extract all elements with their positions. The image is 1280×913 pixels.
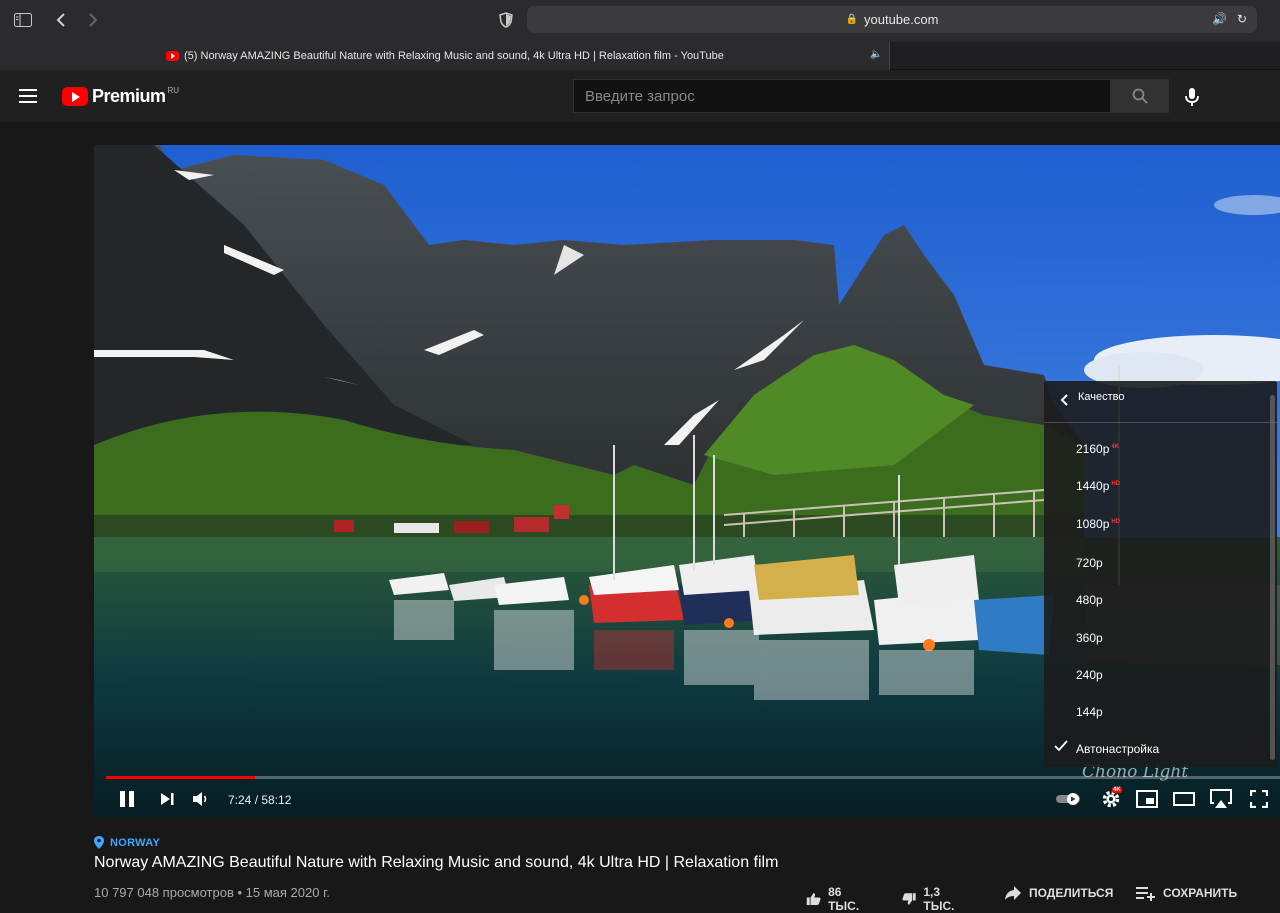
forward-icon[interactable] (81, 9, 105, 31)
quality-badge: 4K (1111, 444, 1120, 450)
theater-mode-icon (1173, 792, 1195, 806)
lock-icon: 🔒 (845, 14, 858, 25)
browser-toolbar: 🔒 youtube.com 🔊 ↻ (0, 0, 1280, 42)
logo-text: Premium (92, 86, 166, 106)
quality-option-label: 144p (1076, 705, 1103, 720)
chevron-left-icon (1060, 394, 1068, 406)
save-label: СОХРАНИТЬ (1163, 886, 1238, 900)
quality-option-label: Автонастройка (1076, 742, 1160, 757)
location-text: NORWAY (110, 836, 161, 849)
location-tag[interactable]: NORWAY (94, 836, 160, 849)
quality-option-label: 2160p (1076, 442, 1110, 456)
quality-option[interactable]: Автонастройка (1044, 729, 1277, 766)
autoplay-toggle[interactable] (1054, 786, 1084, 812)
quality-option[interactable]: 2160p 4K (1044, 431, 1277, 468)
next-button[interactable] (156, 786, 178, 812)
menu-icon[interactable] (19, 89, 37, 103)
quality-option[interactable]: 240p (1044, 655, 1277, 692)
video-title: Norway AMAZING Beautiful Nature with Rel… (94, 854, 779, 871)
quality-option-text: 1440p HD (1076, 479, 1120, 493)
airplay-icon (1210, 789, 1232, 808)
dislike-count: 1,3 ТЫС. (923, 885, 955, 913)
video-meta: 10 797 048 просмотров • 15 мая 2020 г. (94, 885, 330, 900)
video-player[interactable]: Chono Light 7:24 / 58:12 4K Качество 216… (94, 145, 1280, 817)
quality-option[interactable]: 1080p HD (1044, 506, 1277, 543)
pause-button[interactable] (116, 786, 138, 812)
time-display: 7:24 / 58:12 (228, 793, 292, 807)
address-url: youtube.com (864, 12, 939, 27)
like-button[interactable]: 86 ТЫС. (806, 885, 864, 913)
sidebar-toggle-icon[interactable] (11, 9, 35, 31)
logo-region: RU (167, 86, 180, 95)
theater-mode-button[interactable] (1171, 786, 1197, 812)
quality-badge: HD (1111, 481, 1121, 488)
quality-option[interactable]: 360p (1044, 618, 1277, 655)
quality-menu-header[interactable]: Качество (1044, 381, 1277, 423)
search-input[interactable]: Введите запрос (573, 79, 1111, 113)
search-placeholder: Введите запрос (585, 87, 695, 105)
thumbs-down-icon (902, 893, 916, 905)
back-icon[interactable] (49, 9, 73, 31)
youtube-play-logo-icon (62, 87, 88, 106)
tab-audio-icon[interactable]: 🔈 (870, 49, 882, 60)
address-bar[interactable]: 🔒 youtube.com 🔊 ↻ (527, 6, 1257, 33)
quality-option-label: 720p (1076, 555, 1103, 570)
quality-badge: HD (1111, 518, 1121, 525)
search-icon (1132, 88, 1148, 104)
quality-option[interactable]: 480p (1044, 580, 1277, 617)
privacy-shield-icon[interactable] (494, 9, 518, 31)
quality-option[interactable]: 720p (1044, 543, 1277, 580)
quality-menu-scrollbar[interactable] (1270, 395, 1275, 760)
pause-icon (120, 791, 134, 807)
quality-option-label: 480p (1076, 593, 1103, 608)
quality-menu-title: Качество (1078, 391, 1125, 403)
checkmark-icon (1054, 740, 1068, 752)
tab-title: (5) Norway AMAZING Beautiful Nature with… (184, 50, 724, 62)
reload-icon[interactable]: ↻ (1237, 12, 1247, 26)
dislike-button[interactable]: 1,3 ТЫС. (902, 885, 960, 913)
quality-option-label: 240p (1076, 667, 1103, 682)
audio-playing-icon[interactable]: 🔊 (1212, 12, 1227, 26)
quality-option-text: 1080p HD (1076, 517, 1120, 531)
autoplay-toggle-icon (1056, 793, 1080, 805)
progress-bar[interactable] (106, 776, 1280, 779)
next-icon (161, 793, 174, 805)
fullscreen-button[interactable] (1247, 786, 1271, 812)
player-controls: 7:24 / 58:12 4K (94, 782, 1280, 817)
mute-button[interactable] (190, 786, 212, 812)
settings-button[interactable]: 4K (1098, 786, 1124, 812)
like-count: 86 ТЫС. (828, 885, 860, 913)
quality-option[interactable]: 1440p HD (1044, 468, 1277, 505)
volume-icon (193, 792, 207, 806)
microphone-icon (1185, 88, 1199, 106)
quality-menu: Качество 2160p 4K 1440p HD 1080p HD 720p 480p 36… (1044, 381, 1277, 767)
search-button[interactable] (1110, 79, 1169, 113)
airplay-button[interactable] (1208, 786, 1234, 812)
youtube-favicon-icon (166, 51, 179, 61)
settings-quality-badge: 4K (1112, 787, 1122, 793)
youtube-premium-logo[interactable]: Premium RU (62, 86, 179, 107)
youtube-masthead: Premium RU Введите запрос (0, 70, 1280, 122)
miniplayer-icon (1136, 790, 1158, 808)
quality-option-label: 360p (1076, 630, 1103, 645)
miniplayer-button[interactable] (1134, 786, 1160, 812)
share-label: ПОДЕЛИТЬСЯ (1029, 886, 1114, 900)
location-pin-icon (94, 836, 104, 849)
browser-tab-active[interactable]: (5) Norway AMAZING Beautiful Nature with… (0, 42, 890, 70)
tab-bar: (5) Norway AMAZING Beautiful Nature with… (0, 42, 1280, 70)
thumbs-up-icon (806, 892, 821, 906)
quality-option-label: 1080p (1076, 516, 1110, 531)
quality-option-label: 1440p (1076, 479, 1110, 494)
voice-search-button[interactable] (1180, 85, 1204, 109)
quality-option-text: 2160p 4K (1076, 442, 1119, 456)
quality-option[interactable]: 144p (1044, 692, 1277, 729)
progress-played (106, 776, 256, 779)
fullscreen-icon (1250, 790, 1268, 808)
